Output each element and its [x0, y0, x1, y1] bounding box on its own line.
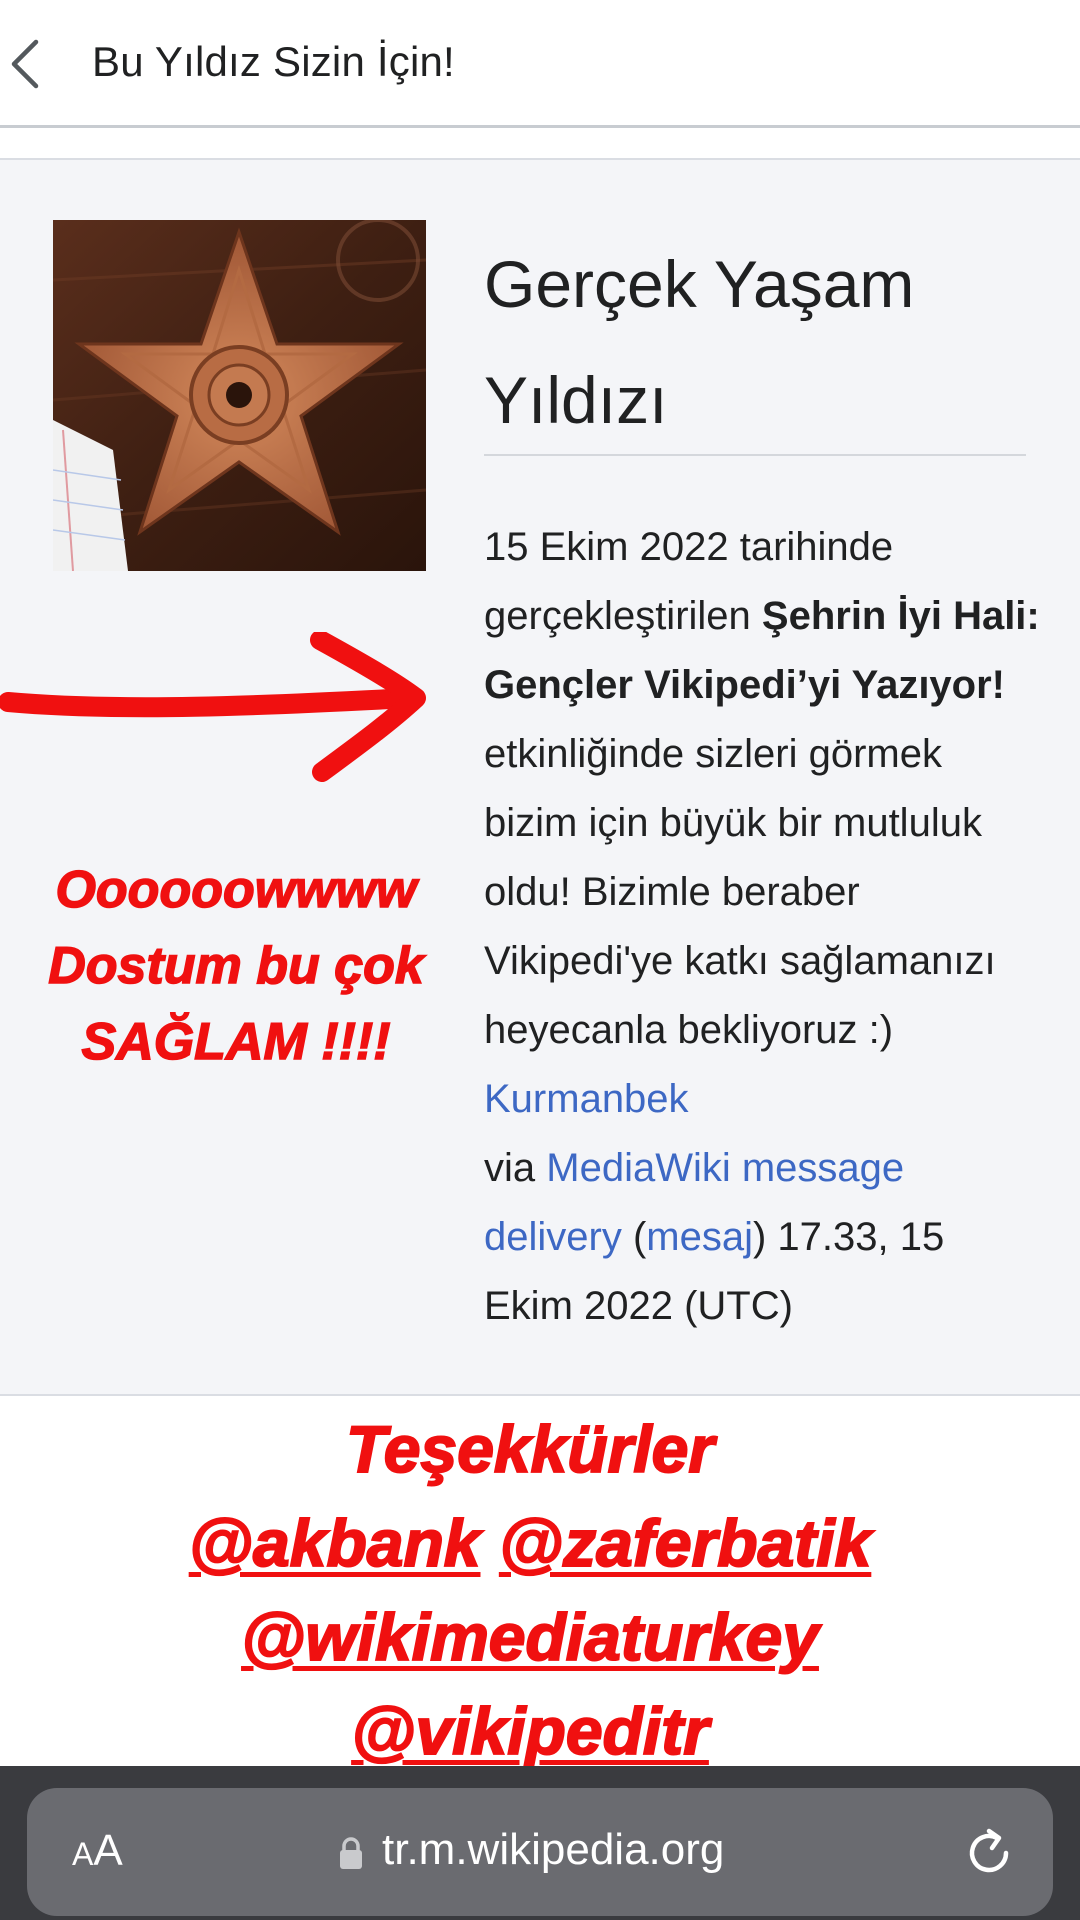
page-header: Bu Yıldız Sizin İçin! [0, 0, 1080, 128]
reaction-annotation: Oooooowwww Dostum bu çok SAĞLAM !!!! [6, 852, 466, 1080]
red-arrow [0, 632, 426, 782]
reaction-line1: Oooooowwww [55, 860, 418, 920]
user-link-kurmanbek[interactable]: Kurmanbek [484, 1077, 689, 1121]
mention-wikimediaturkey[interactable]: @wikimediaturkey [240, 1599, 820, 1675]
reload-icon[interactable] [962, 1826, 1016, 1880]
reaction-line3: SAĞLAM !!!! [81, 1012, 392, 1072]
barnstar-image [53, 220, 426, 571]
mention-zaferbatik[interactable]: @zaferbatik [498, 1505, 872, 1581]
url-text[interactable]: tr.m.wikipedia.org [382, 1822, 724, 1878]
page-title: Bu Yıldız Sizin İçin! [92, 38, 455, 85]
mention-vikipeditr[interactable]: @vikipeditr [350, 1693, 710, 1769]
award-title-line2: Yıldızı [484, 363, 668, 437]
award-title: Gerçek Yaşam Yıldızı [484, 226, 1044, 458]
award-text-middle: etkinliğinde sizleri görmek bizim için b… [484, 732, 996, 1052]
reaction-line2: Dostum bu çok [47, 936, 424, 996]
mention-akbank[interactable]: @akbank [188, 1505, 482, 1581]
award-title-line1: Gerçek Yaşam [484, 247, 915, 321]
title-divider [484, 454, 1026, 456]
thanks-annotation: Teşekkürler @akbank @zaferbatik @wikimed… [30, 1402, 1030, 1778]
lock-icon [340, 1837, 362, 1869]
text-size-button[interactable]: AA [72, 1826, 123, 1879]
thanks-text: Teşekkürler [345, 1411, 715, 1487]
talk-link[interactable]: mesaj [646, 1215, 753, 1259]
back-chevron-icon[interactable] [6, 36, 46, 92]
paren-open: ( [621, 1215, 647, 1259]
via-text: via [484, 1146, 547, 1190]
award-message: 15 Ekim 2022 tarihinde gerçekleştirilen … [484, 513, 1044, 1341]
